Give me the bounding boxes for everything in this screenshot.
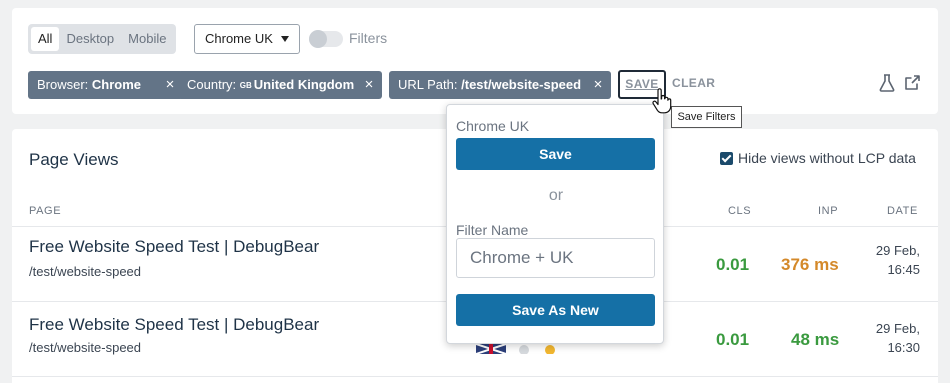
gb-flag-icon: GB xyxy=(239,81,252,90)
hide-lcp-label[interactable]: Hide views without LCP data xyxy=(738,150,916,166)
row-date: 29 Feb, 16:30 xyxy=(850,319,920,357)
save-filter-popup: Chrome UK Save or Filter Name Chrome + U… xyxy=(446,104,664,344)
close-icon[interactable]: × xyxy=(591,71,605,99)
column-header-cls[interactable]: CLS xyxy=(728,205,751,217)
chrome-icon xyxy=(545,345,555,354)
chip-key: Country: xyxy=(187,77,237,92)
caret-down-icon xyxy=(281,36,289,42)
row-page-title[interactable]: Free Website Speed Test | DebugBear xyxy=(29,315,319,335)
row-page-title[interactable]: Free Website Speed Test | DebugBear xyxy=(29,237,319,257)
filter-name-label: Filter Name xyxy=(456,222,529,238)
row-date: 29 Feb, 16:45 xyxy=(850,241,920,279)
checkbox-icon[interactable] xyxy=(720,152,733,165)
saved-filter-select[interactable]: Chrome UK xyxy=(194,24,300,54)
column-header-page[interactable]: PAGE xyxy=(29,205,61,217)
row-date-time: 16:45 xyxy=(887,262,920,277)
save-filters-tooltip: Save Filters xyxy=(671,106,742,128)
save-as-new-button[interactable]: Save As New xyxy=(456,294,655,326)
row-date-day: 29 Feb, xyxy=(875,243,920,258)
column-header-date[interactable]: DATE xyxy=(887,205,918,217)
flask-icon[interactable] xyxy=(879,74,895,92)
or-divider: or xyxy=(548,187,564,204)
tab-all[interactable]: All xyxy=(31,27,60,51)
filter-name-input[interactable]: Chrome + UK xyxy=(456,238,655,278)
divider xyxy=(12,376,938,377)
tab-mobile[interactable]: Mobile xyxy=(121,27,173,51)
filter-chip-browser[interactable]: Browser: Chrome × xyxy=(28,71,183,99)
page-views-title: Page Views xyxy=(29,150,119,169)
row-page-url: /test/website-speed xyxy=(29,264,142,279)
column-header-inp[interactable]: INP xyxy=(818,205,838,217)
hand-cursor-icon xyxy=(652,88,672,114)
save-button[interactable]: Save xyxy=(456,138,655,170)
filters-toggle-label: Filters xyxy=(349,30,388,46)
row-date-time: 16:30 xyxy=(887,340,920,355)
row-inp-value: 376 ms xyxy=(781,255,839,274)
row-inp-value: 48 ms xyxy=(791,330,840,349)
chip-key: Browser: xyxy=(37,77,89,92)
row-cls-value: 0.01 xyxy=(716,255,750,274)
os-icon xyxy=(519,345,529,354)
filter-bar: All Desktop Mobile Chrome UK Filters Bro… xyxy=(12,8,938,114)
row-cls-value: 0.01 xyxy=(716,330,750,349)
filter-chip-url-path[interactable]: URL Path: /test/website-speed × xyxy=(389,71,611,99)
close-icon[interactable]: × xyxy=(362,71,376,99)
chip-value: Chrome xyxy=(91,77,142,92)
chip-value: /test/website-speed xyxy=(461,77,582,92)
clear-filters-button[interactable]: CLEAR xyxy=(672,76,715,90)
toggle-knob xyxy=(309,30,327,48)
chip-key: URL Path: xyxy=(398,77,458,92)
saved-filter-select-value: Chrome UK xyxy=(205,31,273,46)
chip-value: United Kingdom xyxy=(253,77,355,92)
saved-filter-name: Chrome UK xyxy=(456,118,530,134)
filters-toggle[interactable] xyxy=(309,30,343,48)
row-date-day: 29 Feb, xyxy=(875,321,920,336)
gb-flag-icon xyxy=(489,344,493,354)
row-page-url: /test/website-speed xyxy=(29,340,142,355)
filter-chip-country[interactable]: Country: GB United Kingdom × xyxy=(178,71,382,99)
tab-desktop[interactable]: Desktop xyxy=(59,27,121,51)
external-link-icon[interactable] xyxy=(904,74,921,91)
close-icon[interactable]: × xyxy=(163,71,177,99)
device-segmented-control: All Desktop Mobile xyxy=(28,24,177,54)
